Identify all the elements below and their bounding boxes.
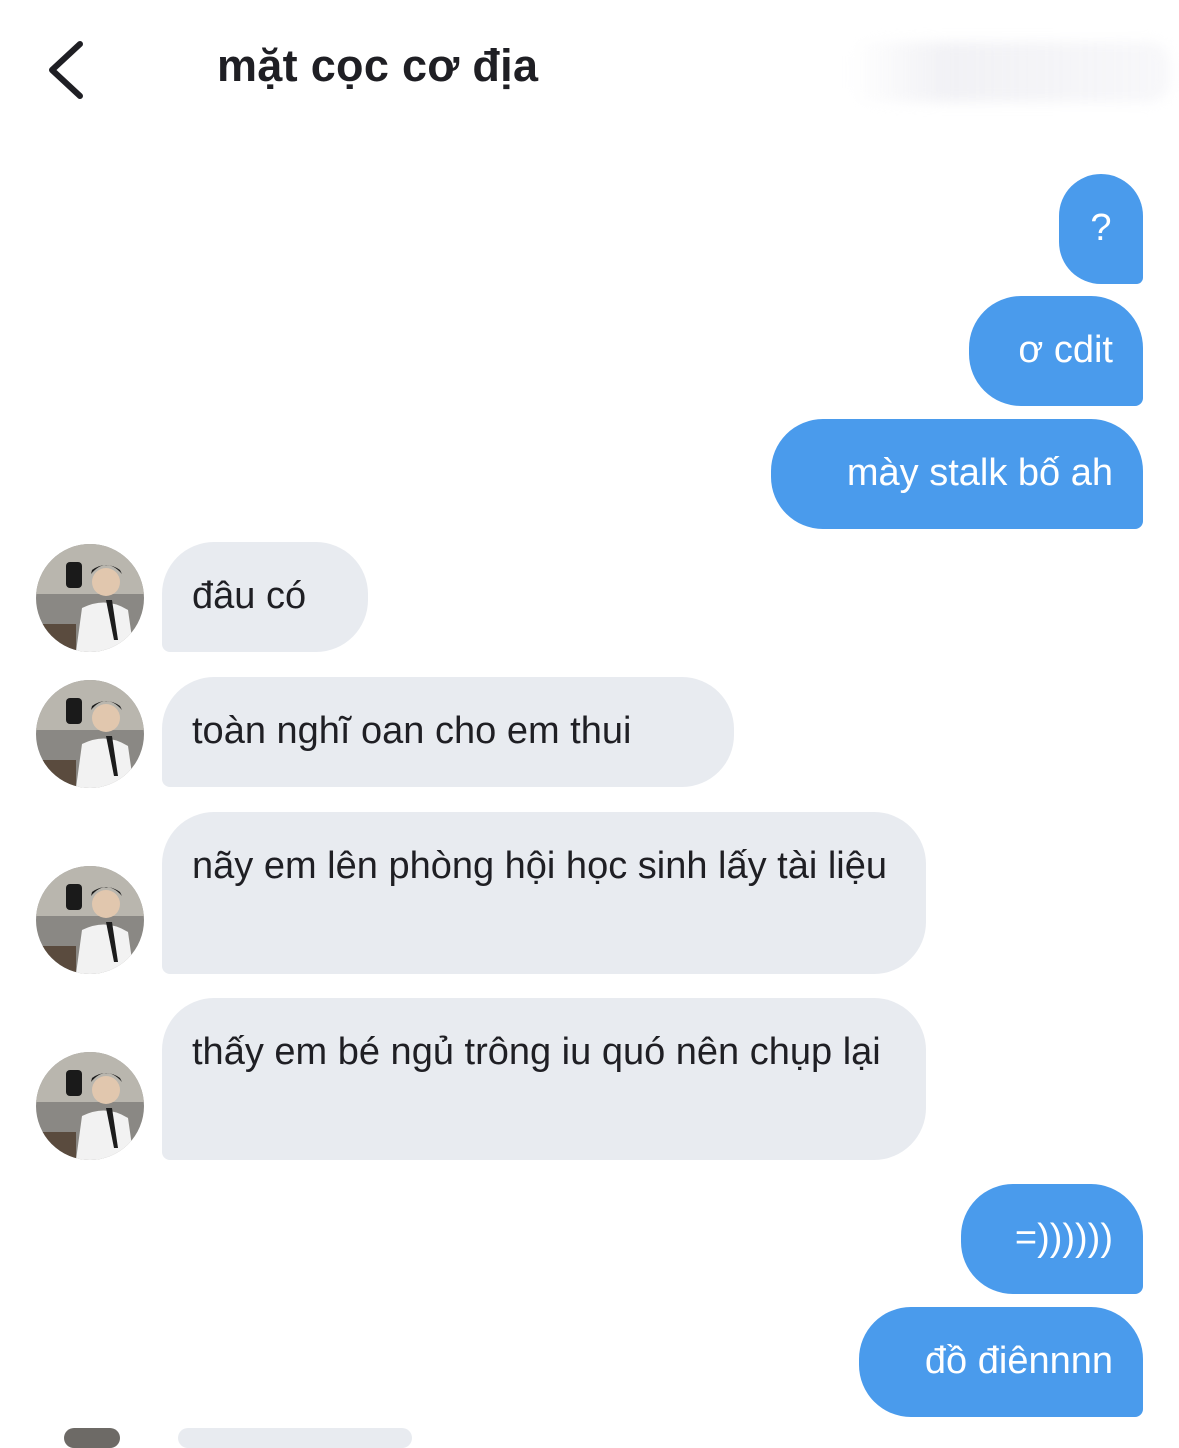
message-text: nãy em lên phòng hội học sinh lấy tài li… (192, 845, 888, 887)
chevron-left-icon (49, 41, 83, 99)
message-bubble-incoming[interactable]: nãy em lên phòng hội học sinh lấy tài li… (162, 812, 926, 974)
message-bubble-incoming[interactable]: đâu có (162, 542, 368, 652)
message-text: mày stalk bố ah (846, 452, 1113, 494)
message-bubble-outgoing[interactable]: đồ điênnnn (859, 1307, 1143, 1417)
contact-avatar[interactable] (36, 544, 144, 652)
message-bubble-outgoing[interactable]: mày stalk bố ah (771, 419, 1143, 529)
contact-avatar[interactable] (36, 680, 144, 788)
message-text: =)))))) (1014, 1217, 1113, 1259)
message-text: ? (1090, 207, 1112, 249)
contact-avatar[interactable] (36, 866, 144, 974)
message-text: thấy em bé ngủ trông iu quó nên chụp lại (192, 1031, 881, 1073)
message-text: ơ cdit (1018, 329, 1113, 371)
contact-avatar[interactable] (36, 1052, 144, 1160)
back-button[interactable] (40, 38, 100, 102)
message-text: toàn nghĩ oan cho em thui (192, 710, 632, 752)
message-bubble-outgoing[interactable]: =)))))) (961, 1184, 1143, 1294)
blurred-header-area (850, 42, 1170, 102)
chat-header: mặt cọc cơ địa (0, 0, 1179, 140)
message-bubble-outgoing[interactable]: ? (1059, 174, 1143, 284)
conversation-title[interactable]: mặt cọc cơ địa (217, 40, 538, 92)
message-bubble-incoming[interactable]: toàn nghĩ oan cho em thui (162, 677, 734, 787)
message-bubble-incoming[interactable]: thấy em bé ngủ trông iu quó nên chụp lại (162, 998, 926, 1160)
partial-avatar (64, 1428, 120, 1448)
message-bubble-outgoing[interactable]: ơ cdit (969, 296, 1143, 406)
message-text: đồ điênnnn (924, 1340, 1113, 1382)
message-text: đâu có (192, 575, 307, 617)
partial-message-bubble (178, 1428, 412, 1448)
